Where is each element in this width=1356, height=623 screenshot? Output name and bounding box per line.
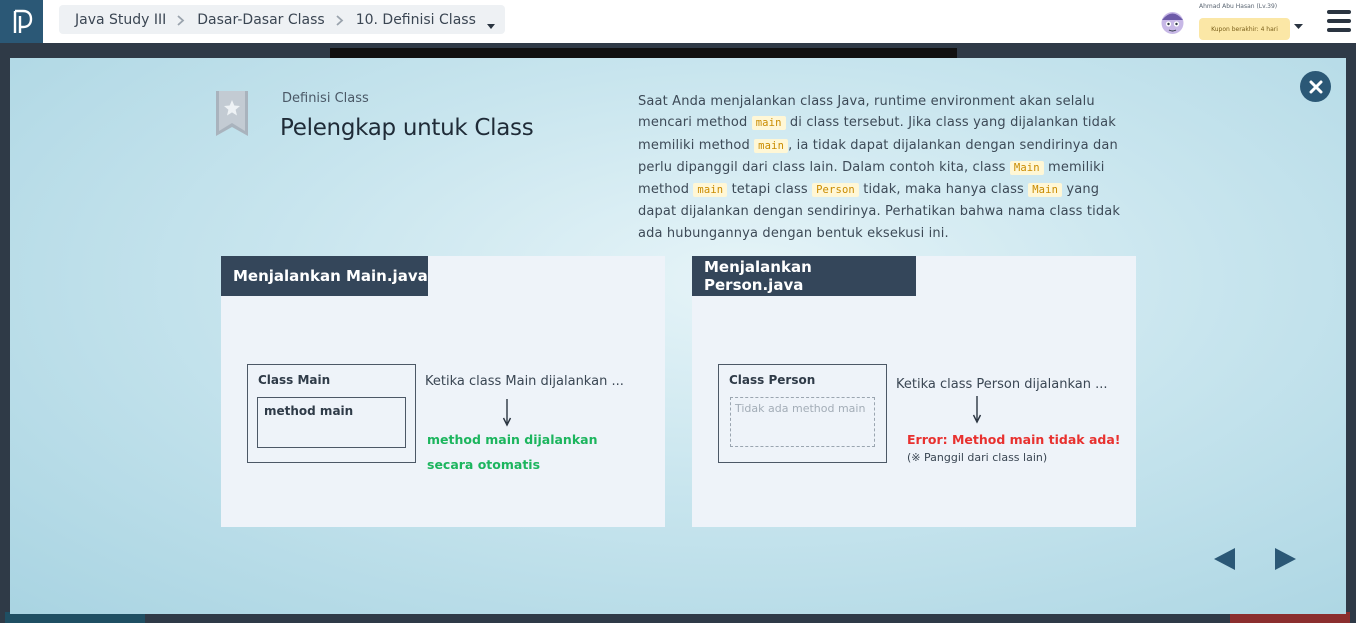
method-label: method main (264, 404, 354, 418)
arrow-down-icon (502, 399, 512, 427)
inline-code: Person (812, 183, 859, 198)
close-icon[interactable] (1300, 71, 1331, 102)
panel-person-java: Menjalankan Person.java Class Person Tid… (692, 256, 1136, 527)
class-label: Class Person (729, 373, 816, 387)
result-error: Error: Method main tidak ada! (907, 432, 1121, 447)
class-label: Class Main (258, 373, 331, 387)
breadcrumb: Java Study III Dasar-Dasar Class 10. Def… (59, 5, 505, 34)
avatar[interactable] (1157, 7, 1188, 37)
panel-header: Menjalankan Main.java (221, 256, 428, 296)
bookmark-star-icon (216, 91, 248, 136)
user-name[interactable]: Ahmad Abu Hasan (Lv.39) (1199, 3, 1277, 10)
result-line: secara otomatis (427, 457, 541, 472)
panel-main-java: Menjalankan Main.java Class Main method … (221, 256, 665, 527)
breadcrumb-item-lesson[interactable]: 10. Definisi Class (356, 12, 476, 28)
empty-method-label: Tidak ada method main (735, 402, 866, 415)
arrow-down-icon (972, 396, 982, 424)
lesson-subtitle: Definisi Class (282, 91, 369, 106)
prev-slide-icon[interactable] (1213, 547, 1237, 571)
lesson-title: Pelengkap untuk Class (280, 115, 534, 141)
chevron-right-icon (335, 15, 344, 26)
result-success: method main dijalankan secara otomatis (427, 427, 597, 477)
run-note: Ketika class Main dijalankan ... (425, 374, 624, 389)
inline-code: main (751, 116, 786, 131)
desc-text: tetapi class (727, 182, 813, 198)
caret-down-icon[interactable] (486, 17, 496, 29)
inline-code: main (693, 183, 728, 198)
inline-code: main (754, 138, 789, 153)
inline-code: Main (1028, 183, 1063, 198)
caret-down-icon[interactable] (1294, 17, 1303, 35)
menu-icon[interactable] (1327, 10, 1351, 32)
desc-text: tidak, maka hanya class (858, 182, 1029, 198)
progate-logo-icon[interactable] (0, 0, 43, 43)
result-line: method main dijalankan (427, 432, 598, 447)
slide-modal: Definisi Class Pelengkap untuk Class Saa… (10, 58, 1346, 614)
breadcrumb-item-chapter[interactable]: Dasar-Dasar Class (197, 12, 324, 28)
lesson-description: Saat Anda menjalankan class Java, runtim… (638, 91, 1128, 244)
run-note: Ketika class Person dijalankan ... (896, 377, 1108, 392)
panel-header: Menjalankan Person.java (692, 256, 916, 296)
breadcrumb-item-course[interactable]: Java Study III (75, 12, 166, 28)
coupon-badge: Kupon berakhir: 4 hari (1199, 18, 1290, 40)
inline-code: Main (1009, 160, 1044, 175)
next-slide-icon[interactable] (1273, 547, 1297, 571)
top-bar: Java Study III Dasar-Dasar Class 10. Def… (0, 0, 1356, 43)
result-hint: (※ Panggil dari class lain) (907, 451, 1048, 464)
chevron-right-icon (176, 15, 185, 26)
